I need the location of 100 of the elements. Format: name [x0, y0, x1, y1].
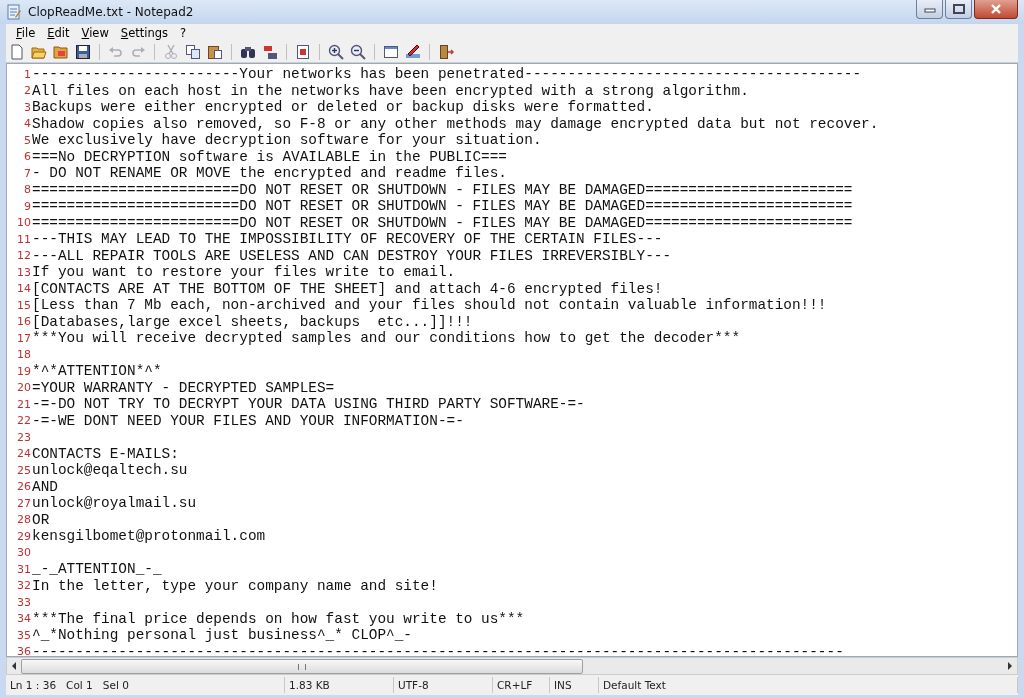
status-field: UTF-8: [394, 677, 493, 693]
text-line: kensgilbomet@protonmail.com: [32, 528, 266, 545]
line-number: 8: [23, 183, 32, 197]
line-number: 23: [16, 430, 32, 444]
text-line: [Less than 7 Mb each, non-archived and your files should not contain valuable information!!!: [32, 297, 827, 314]
maximize-button[interactable]: [945, 0, 972, 19]
text-line: _-_ATTENTION_-_: [32, 561, 162, 578]
copy-icon[interactable]: [185, 43, 201, 60]
window-icon[interactable]: [383, 43, 399, 60]
line-number: 21: [16, 397, 32, 411]
line-number: 11: [16, 232, 32, 246]
menu-item[interactable]: View: [75, 25, 115, 40]
menu-item[interactable]: Settings: [114, 25, 175, 40]
line-number: 24: [16, 447, 32, 461]
save-icon[interactable]: [75, 43, 91, 60]
status-field: 1.83 KB: [285, 677, 394, 693]
scroll-right-icon[interactable]: [1007, 662, 1013, 670]
text-line: ^_*Nothing personal just business^_* CLOP^_-: [32, 627, 412, 644]
close-icon: [991, 4, 1001, 14]
text-line: -=-WE DONT NEED YOUR FILES AND YOUR INFORMATION-=-: [32, 412, 464, 429]
line-number: 18: [16, 348, 32, 362]
zoom-in-icon[interactable]: [328, 43, 344, 60]
line-number: 34: [16, 612, 32, 626]
text-line: ------------------------Your networks has been penetrated---------------------------------------: [32, 66, 862, 83]
close-button[interactable]: [974, 0, 1018, 19]
text-line: Backups were either encrypted or deleted or backup disks were formatted.: [32, 99, 654, 116]
zoom-out-icon[interactable]: [350, 43, 366, 60]
line-number: 29: [16, 529, 32, 543]
page-icon[interactable]: [295, 43, 311, 60]
text-line: ***You will receive decrypted samples and our conditions how to get the decoder***: [32, 330, 741, 347]
paste-icon[interactable]: [207, 43, 223, 60]
text-line: *^*ATTENTION*^*: [32, 363, 162, 380]
text-line: [CONTACTS ARE AT THE BOTTOM OF THE SHEET] and attach 4-6 encrypted files!: [32, 280, 663, 297]
line-number: 15: [16, 298, 32, 312]
scrollbar-thumb[interactable]: [21, 659, 583, 674]
line-number: 12: [16, 249, 32, 263]
text-line: All files on each host in the networks have been encrypted with a strong algorithm.: [32, 82, 749, 99]
menu-item[interactable]: Edit: [41, 25, 76, 40]
text-line: ---THIS MAY LEAD TO THE IMPOSSIBILITY OF RECOVERY OF THE CERTAIN FILES---: [32, 231, 663, 248]
maximize-icon: [952, 4, 965, 14]
text-line: ========================DO NOT RESET OR SHUTDOWN - FILES MAY BE DAMAGED========================: [32, 198, 853, 215]
horizontal-scrollbar[interactable]: [6, 657, 1018, 675]
minimize-icon: [923, 5, 936, 13]
status-field: Default Text: [599, 677, 1018, 693]
line-number: 19: [16, 364, 32, 378]
line-number: 2: [23, 84, 32, 98]
line-number: 25: [16, 463, 32, 477]
text-line: If you want to restore your files write to email.: [32, 264, 456, 281]
text-line: =YOUR WARRANTY - DECRYPTED SAMPLES=: [32, 379, 335, 396]
replace-icon[interactable]: [262, 43, 278, 60]
line-number: 3: [23, 100, 32, 114]
line-number: 17: [16, 331, 32, 345]
text-line: - DO NOT RENAME OR MOVE the encrypted and readme files.: [32, 165, 507, 182]
line-number: 26: [16, 480, 32, 494]
line-number: 13: [16, 265, 32, 279]
scroll-left-icon[interactable]: [11, 662, 17, 670]
folder-icon[interactable]: [53, 43, 69, 60]
window-title: ClopReadMe.txt - Notepad2: [28, 5, 195, 19]
line-number: 16: [16, 315, 32, 329]
minimize-button[interactable]: [916, 0, 943, 19]
line-number: 10: [16, 216, 32, 230]
line-number: 1: [23, 67, 32, 81]
line-number: 27: [16, 496, 32, 510]
line-number: 33: [16, 595, 32, 609]
text-line: unlock@eqaltech.su: [32, 462, 188, 479]
text-line: AND: [32, 478, 58, 495]
text-line: ===No DECRYPTION software is AVAILABLE in the PUBLIC===: [32, 148, 507, 165]
exit-icon[interactable]: [438, 43, 454, 60]
text-line: We exclusively have decryption software for your situation.: [32, 132, 542, 149]
line-number: 20: [16, 381, 32, 395]
notepad-icon: [6, 4, 22, 20]
text-line: Shadow copies also removed, so F-8 or any other methods may damage encrypted data but not recover.: [32, 115, 879, 132]
status-field: Ln 1 : 36 Col 1 Sel 0: [6, 677, 285, 693]
text-line: ---ALL REPAIR TOOLS ARE USELESS AND CAN DESTROY YOUR FILES IRREVERSIBLY---: [32, 247, 672, 264]
pencil-icon[interactable]: [405, 43, 421, 60]
text-line: OR: [32, 511, 50, 528]
text-line: ========================DO NOT RESET OR SHUTDOWN - FILES MAY BE DAMAGED========================: [32, 214, 853, 231]
line-number: 35: [16, 628, 32, 642]
text-line: ========================DO NOT RESET OR SHUTDOWN - FILES MAY BE DAMAGED========================: [32, 181, 853, 198]
text-line: -=-DO NOT TRY TO DECRYPT YOUR DATA USING THIRD PARTY SOFTWARE-=-: [32, 396, 585, 413]
new-file-icon[interactable]: [9, 43, 25, 60]
status-field: INS: [550, 677, 599, 693]
line-number: 6: [23, 150, 32, 164]
line-number: 28: [16, 513, 32, 527]
line-number: 5: [23, 133, 32, 147]
menu-item[interactable]: File: [10, 25, 42, 40]
text-line: CONTACTS E-MAILS:: [32, 445, 179, 462]
text-line: In the letter, type your company name and site!: [32, 577, 438, 594]
line-number: 9: [23, 199, 32, 213]
line-number: 14: [16, 282, 32, 296]
text-line: unlock@royalmail.su: [32, 495, 197, 512]
text-line: ***The final price depends on how fast you write to us***: [32, 610, 525, 627]
text-editor[interactable]: [6, 63, 1018, 657]
text-line: ----------------------------------------------------------------------------------------------: [32, 643, 844, 656]
line-number: 36: [16, 645, 32, 656]
line-number: 7: [23, 166, 32, 180]
menu-item[interactable]: ?: [174, 25, 193, 40]
status-field: CR+LF: [493, 677, 550, 693]
text-line: [Databases,large excel sheets, backups etc...]]!!!: [32, 313, 473, 330]
line-number: 32: [16, 579, 32, 593]
